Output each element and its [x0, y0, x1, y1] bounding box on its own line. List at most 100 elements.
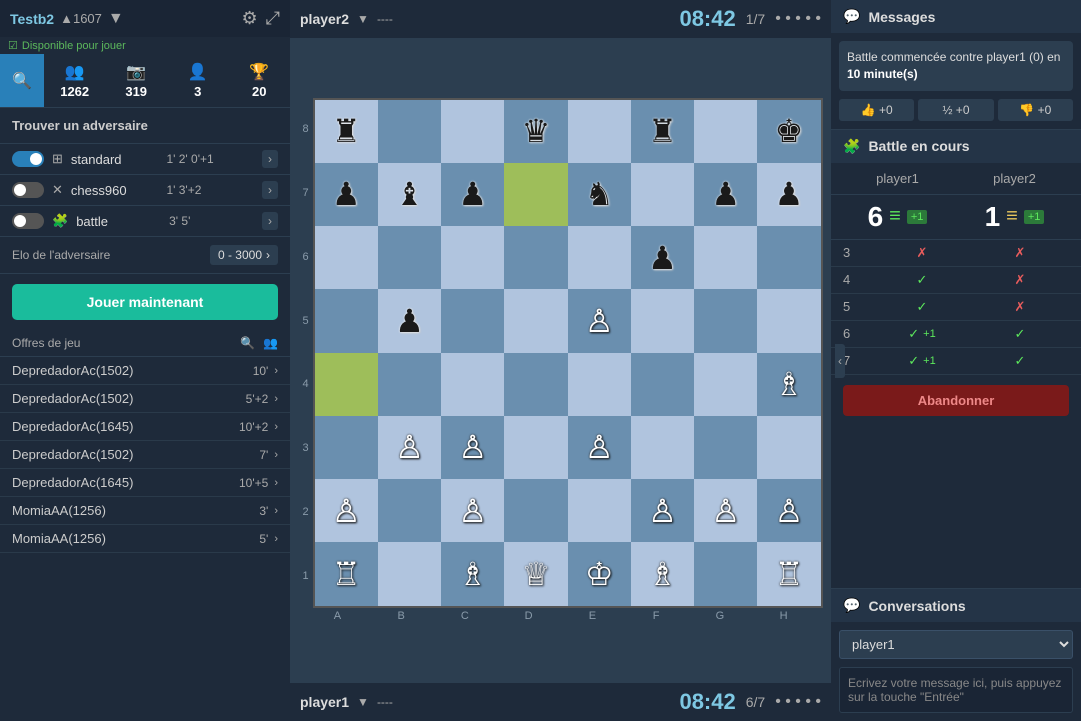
cell-0-0[interactable]: ♜: [315, 100, 378, 163]
cell-4-7[interactable]: ♗: [757, 353, 820, 416]
standard-arrow[interactable]: ›: [262, 150, 278, 168]
cell-4-6[interactable]: [694, 353, 757, 416]
cell-1-6[interactable]: ♟: [694, 163, 757, 226]
like-button[interactable]: 👍 +0: [839, 99, 914, 121]
cell-2-2[interactable]: [441, 226, 504, 289]
conv-player-select[interactable]: player1: [839, 630, 1073, 659]
collapse-board-button[interactable]: ‹: [835, 344, 845, 378]
cell-1-0[interactable]: ♟: [315, 163, 378, 226]
bottom-player-dropdown[interactable]: ▼: [357, 695, 369, 709]
cell-2-3[interactable]: [504, 226, 567, 289]
cell-6-5[interactable]: ♙: [631, 479, 694, 542]
cell-1-4[interactable]: ♞: [568, 163, 631, 226]
fullscreen-icon[interactable]: ⤢: [266, 8, 280, 29]
cell-4-5[interactable]: [631, 353, 694, 416]
search-stat[interactable]: 🔍: [0, 54, 44, 107]
conv-message-input[interactable]: Ecrivez votre message ici, puis appuyez …: [839, 667, 1073, 713]
cell-2-4[interactable]: [568, 226, 631, 289]
cell-5-7[interactable]: [757, 416, 820, 479]
stat-friends[interactable]: 👥 1262: [44, 54, 106, 107]
cell-0-3[interactable]: ♛: [504, 100, 567, 163]
cell-4-2[interactable]: [441, 353, 504, 416]
cell-0-6[interactable]: [694, 100, 757, 163]
cell-1-7[interactable]: ♟: [757, 163, 820, 226]
cell-3-1[interactable]: ♟: [378, 289, 441, 352]
cell-3-3[interactable]: [504, 289, 567, 352]
play-button[interactable]: Jouer maintenant: [12, 284, 278, 320]
top-player-dropdown[interactable]: ▼: [357, 12, 369, 26]
cell-0-2[interactable]: [441, 100, 504, 163]
cell-0-5[interactable]: ♜: [631, 100, 694, 163]
cell-1-1[interactable]: ♝: [378, 163, 441, 226]
cell-5-1[interactable]: ♙: [378, 416, 441, 479]
stat-games[interactable]: 📷 319: [105, 54, 167, 107]
cell-5-0[interactable]: [315, 416, 378, 479]
add-offer-icon[interactable]: 👥: [263, 336, 278, 350]
toggle-standard[interactable]: [12, 151, 44, 167]
cell-0-4[interactable]: [568, 100, 631, 163]
cell-7-0[interactable]: ♖: [315, 542, 378, 605]
cell-7-3[interactable]: ♕: [504, 542, 567, 605]
toggle-chess960[interactable]: [12, 182, 44, 198]
cell-7-7[interactable]: ♖: [757, 542, 820, 605]
bottom-more-dots[interactable]: • • • • •: [775, 693, 821, 711]
offer-0[interactable]: DepredadorAc(1502) 10' ›: [0, 357, 290, 385]
cell-5-6[interactable]: [694, 416, 757, 479]
offer-2[interactable]: DepredadorAc(1645) 10'+2 ›: [0, 413, 290, 441]
cell-1-5[interactable]: [631, 163, 694, 226]
cell-4-3[interactable]: [504, 353, 567, 416]
cell-6-0[interactable]: ♙: [315, 479, 378, 542]
cell-6-3[interactable]: [504, 479, 567, 542]
cell-3-4[interactable]: ♙: [568, 289, 631, 352]
stat-followers[interactable]: 👤 3: [167, 54, 229, 107]
cell-5-2[interactable]: ♙: [441, 416, 504, 479]
cell-7-2[interactable]: ♗: [441, 542, 504, 605]
username[interactable]: Testb2: [10, 11, 54, 27]
abandon-button[interactable]: Abandonner: [843, 385, 1069, 416]
offer-4[interactable]: DepredadorAc(1645) 10'+5 ›: [0, 469, 290, 497]
cell-4-4[interactable]: [568, 353, 631, 416]
cell-6-6[interactable]: ♙: [694, 479, 757, 542]
cell-6-4[interactable]: [568, 479, 631, 542]
cell-2-7[interactable]: [757, 226, 820, 289]
cell-4-0[interactable]: [315, 353, 378, 416]
cell-5-3[interactable]: [504, 416, 567, 479]
top-more-dots[interactable]: • • • • •: [775, 10, 821, 28]
chess960-arrow[interactable]: ›: [262, 181, 278, 199]
elo-range[interactable]: 0 - 3000 ›: [210, 245, 278, 265]
offer-1[interactable]: DepredadorAc(1502) 5'+2 ›: [0, 385, 290, 413]
cell-3-7[interactable]: [757, 289, 820, 352]
cell-7-6[interactable]: [694, 542, 757, 605]
cell-6-7[interactable]: ♙: [757, 479, 820, 542]
cell-2-6[interactable]: [694, 226, 757, 289]
cell-3-0[interactable]: [315, 289, 378, 352]
cell-4-1[interactable]: [378, 353, 441, 416]
cell-7-5[interactable]: ♗: [631, 542, 694, 605]
toggle-battle[interactable]: [12, 213, 44, 229]
cell-2-0[interactable]: [315, 226, 378, 289]
cell-0-7[interactable]: ♚: [757, 100, 820, 163]
offer-6[interactable]: MomiaAA(1256) 5' ›: [0, 525, 290, 553]
cell-3-5[interactable]: [631, 289, 694, 352]
offer-3[interactable]: DepredadorAc(1502) 7' ›: [0, 441, 290, 469]
dropdown-icon[interactable]: ▼: [108, 10, 124, 28]
cell-3-2[interactable]: [441, 289, 504, 352]
half-button[interactable]: ½ +0: [918, 99, 993, 121]
cell-5-4[interactable]: ♙: [568, 416, 631, 479]
cell-7-1[interactable]: [378, 542, 441, 605]
battle-arrow[interactable]: ›: [262, 212, 278, 230]
cell-0-1[interactable]: [378, 100, 441, 163]
chess-board[interactable]: ♜♛♜♚♟♝♟♞♟♟♟♟♙♗♙♙♙♙♙♙♙♙♖♗♕♔♗♖: [313, 98, 823, 608]
cell-6-2[interactable]: ♙: [441, 479, 504, 542]
stat-trophies[interactable]: 🏆 20: [228, 54, 290, 107]
offer-5[interactable]: MomiaAA(1256) 3' ›: [0, 497, 290, 525]
cell-7-4[interactable]: ♔: [568, 542, 631, 605]
dislike-button[interactable]: 👎 +0: [998, 99, 1073, 121]
cell-6-1[interactable]: [378, 479, 441, 542]
cell-1-2[interactable]: ♟: [441, 163, 504, 226]
cell-2-1[interactable]: [378, 226, 441, 289]
settings-icon[interactable]: ⚙: [241, 8, 257, 29]
cell-5-5[interactable]: [631, 416, 694, 479]
cell-2-5[interactable]: ♟: [631, 226, 694, 289]
cell-1-3[interactable]: [504, 163, 567, 226]
